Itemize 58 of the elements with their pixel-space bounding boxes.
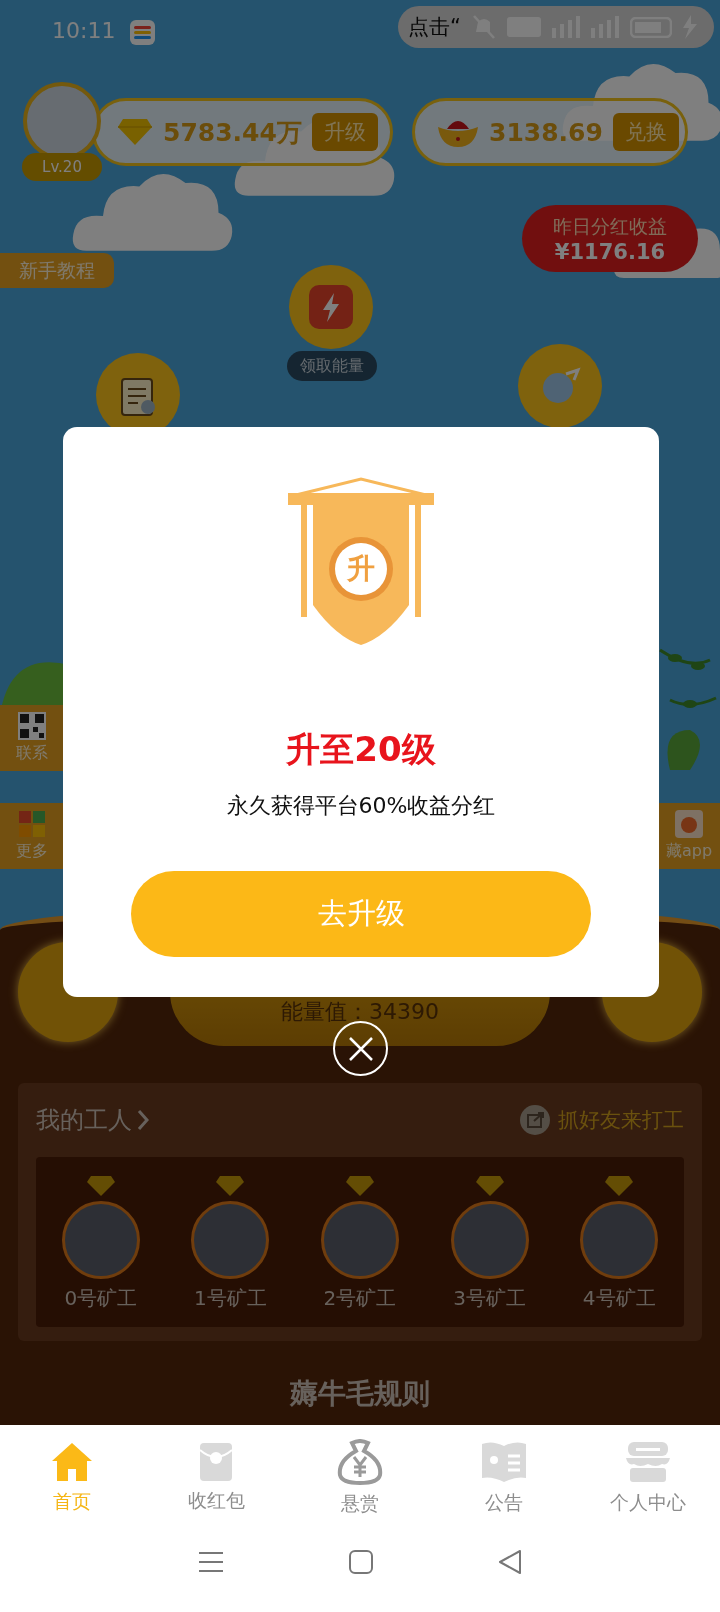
- store-icon: [624, 1439, 672, 1484]
- money-bag-icon: [336, 1438, 384, 1485]
- level-label: Lv.20: [22, 153, 102, 181]
- worker-name: 4号矿工: [582, 1285, 656, 1312]
- menu-icon[interactable]: [198, 1550, 224, 1574]
- side-link[interactable]: 联系: [0, 705, 64, 771]
- lightning-icon: [309, 285, 353, 329]
- nav-tab[interactable]: 个人中心: [593, 1439, 703, 1516]
- banner-label: 升: [346, 551, 376, 587]
- nav-tab[interactable]: 公告: [449, 1439, 559, 1516]
- worker-name: 3号矿工: [453, 1285, 526, 1312]
- my-workers-link[interactable]: 我的工人: [36, 1104, 150, 1136]
- rules-title: 薅牛毛规则: [290, 1376, 430, 1412]
- upgrade-button[interactable]: 去升级: [131, 871, 591, 957]
- diamond-icon: [345, 1175, 375, 1197]
- side-link[interactable]: 藏app: [658, 803, 720, 869]
- notice-icon: [480, 1439, 528, 1484]
- side-link-label: 更多: [16, 841, 48, 862]
- app-notification-icon: [130, 20, 155, 45]
- chevron-right-icon: [136, 1109, 150, 1131]
- nav-tab[interactable]: 悬赏: [305, 1438, 415, 1517]
- qr-code-icon: [18, 712, 46, 740]
- home-square-icon[interactable]: [349, 1550, 373, 1574]
- dividend-amount: ¥1176.16: [554, 239, 666, 264]
- upgrade-button[interactable]: 升级: [311, 113, 378, 151]
- diamond-icon: [604, 1175, 635, 1197]
- back-icon[interactable]: [498, 1549, 522, 1575]
- envelope-icon: [199, 1441, 233, 1482]
- diamond-icon: [117, 118, 153, 146]
- nav-tab[interactable]: 首页: [17, 1440, 127, 1515]
- dividend-badge[interactable]: 昨日分红收益 ¥1176.16: [522, 205, 698, 272]
- nav-tab[interactable]: 收红包: [161, 1441, 271, 1514]
- side-link[interactable]: 更多: [0, 803, 64, 869]
- balance-amount: 5783.44万: [163, 116, 302, 149]
- home-icon: [50, 1440, 94, 1483]
- app-icon: [675, 810, 703, 838]
- side-link-label: 藏app: [665, 841, 713, 862]
- grid-icon: [18, 810, 46, 838]
- exchange-button[interactable]: 兑换: [612, 113, 679, 151]
- clock: 10:11: [52, 18, 116, 43]
- close-icon: [346, 1034, 375, 1063]
- diamond-icon: [474, 1175, 505, 1197]
- close-button[interactable]: [333, 1021, 388, 1076]
- dividend-label: 昨日分红收益: [553, 213, 667, 239]
- tutorial-tab[interactable]: 新手教程: [0, 253, 114, 288]
- energy-value: 能量值：34390: [281, 998, 439, 1026]
- balance-amount: 3138.69: [489, 117, 603, 147]
- share-icon: [520, 1105, 550, 1135]
- worker-name: 1号矿工: [194, 1285, 267, 1312]
- toast-message: 点击“: [408, 14, 461, 41]
- side-link-label: 联系: [16, 743, 48, 764]
- dialog-title: 升至20级: [286, 728, 436, 771]
- worker-name: 0号矿工: [64, 1285, 138, 1312]
- worker-name: 2号矿工: [323, 1285, 397, 1312]
- diamond-icon: [85, 1175, 116, 1197]
- dialog-message: 永久获得平台60%收益分红: [226, 792, 496, 820]
- diamond-icon: [215, 1175, 246, 1197]
- energy-label: 领取能量: [287, 351, 377, 381]
